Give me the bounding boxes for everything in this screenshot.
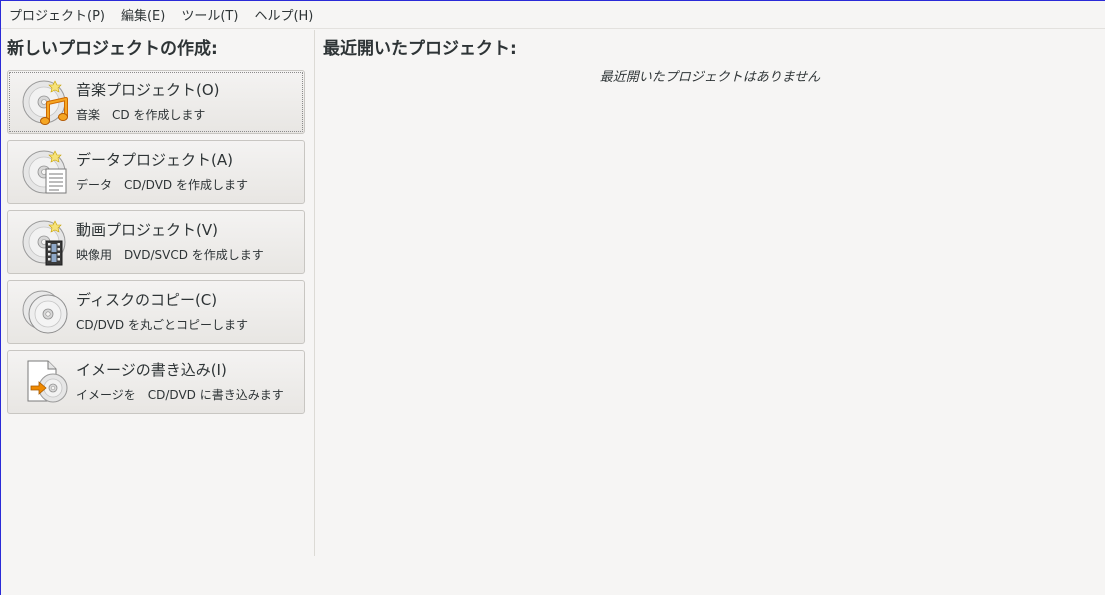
burn-image-label: イメージの書き込み(I) xyxy=(76,361,227,379)
video-project-label: 動画プロジェクト(V) xyxy=(76,221,218,239)
video-project-desc: 映像用 DVD/SVCD を作成します xyxy=(76,248,264,262)
data-project-button[interactable]: データプロジェクト(A) データ CD/DVD を作成します xyxy=(7,140,305,204)
menu-tools[interactable]: ツール(T) xyxy=(175,1,244,28)
new-project-pane: 新しいプロジェクトの作成: 音楽プロジェクト(O) 音楽 CD を作成します デ… xyxy=(1,30,315,556)
no-recent-projects-message: 最近開いたプロジェクトはありません xyxy=(599,70,821,85)
music-project-label: 音楽プロジェクト(O) xyxy=(76,81,220,99)
video-project-button[interactable]: 動画プロジェクト(V) 映像用 DVD/SVCD を作成します xyxy=(7,210,305,274)
data-project-desc: データ CD/DVD を作成します xyxy=(76,178,248,192)
menu-edit[interactable]: 編集(E) xyxy=(115,1,171,28)
music-cd-icon xyxy=(22,77,72,127)
data-project-label: データプロジェクト(A) xyxy=(76,151,233,169)
recent-projects-heading: 最近開いたプロジェクト: xyxy=(323,39,517,59)
music-project-desc: 音楽 CD を作成します xyxy=(76,108,206,122)
menu-help[interactable]: ヘルプ(H) xyxy=(248,1,319,28)
burn-image-icon xyxy=(22,357,72,407)
recent-projects-pane: 最近開いたプロジェクト: 最近開いたプロジェクトはありません xyxy=(315,30,1105,595)
menu-bar: プロジェクト(P) 編集(E) ツール(T) ヘルプ(H) xyxy=(1,1,1105,29)
copy-disc-desc: CD/DVD を丸ごとコピーします xyxy=(76,318,248,332)
data-disc-icon xyxy=(22,147,72,197)
video-disc-icon xyxy=(22,217,72,267)
copy-disc-button[interactable]: ディスクのコピー(C) CD/DVD を丸ごとコピーします xyxy=(7,280,305,344)
copy-disc-icon xyxy=(22,287,72,337)
burn-image-button[interactable]: イメージの書き込み(I) イメージを CD/DVD に書き込みます xyxy=(7,350,305,414)
menu-project[interactable]: プロジェクト(P) xyxy=(3,1,111,28)
burn-image-desc: イメージを CD/DVD に書き込みます xyxy=(76,388,284,402)
music-project-button[interactable]: 音楽プロジェクト(O) 音楽 CD を作成します xyxy=(7,70,305,134)
new-project-heading: 新しいプロジェクトの作成: xyxy=(7,39,218,59)
copy-disc-label: ディスクのコピー(C) xyxy=(76,291,218,309)
